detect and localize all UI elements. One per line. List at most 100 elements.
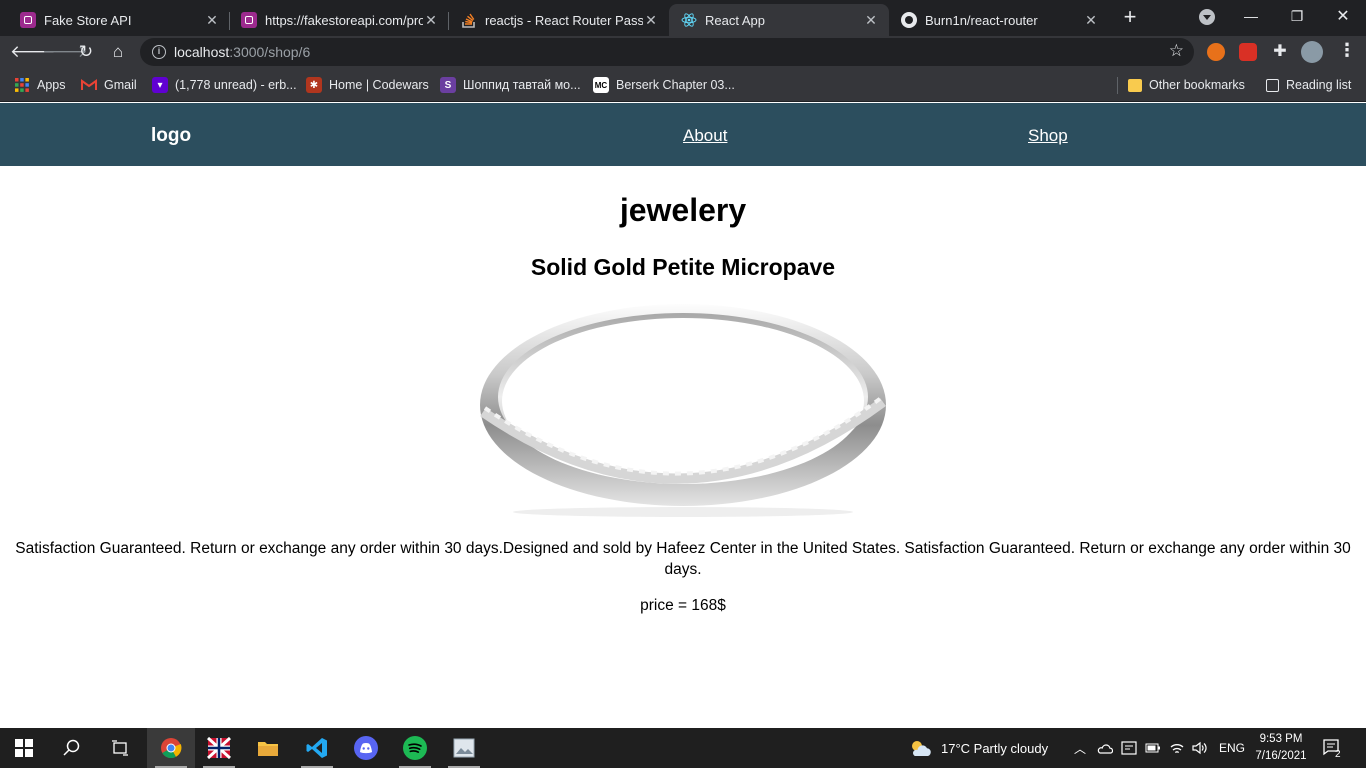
task-view-icon[interactable]: [96, 728, 144, 768]
system-clock[interactable]: 9:53 PM 7/16/2021: [1250, 731, 1312, 765]
vscode-icon[interactable]: [293, 728, 341, 768]
extensions-puzzle-icon[interactable]: ✚: [1271, 43, 1289, 61]
bookmark-shoppy[interactable]: S Шоппид тавтай мо...: [440, 76, 581, 94]
bookmark-label: Apps: [37, 78, 66, 92]
apps-grid-icon: [14, 77, 30, 93]
close-tab-icon[interactable]: ✕: [643, 12, 659, 29]
show-hidden-icons-button[interactable]: ︿: [1074, 728, 1086, 768]
reload-button[interactable]: ↻: [74, 40, 98, 64]
product-detail: jewelery Solid Gold Petite Micropave Sat…: [0, 166, 1366, 728]
bookmarks-bar: Apps Gmail ▾ (1,778 unread) - erb... ✱ H…: [0, 68, 1366, 102]
other-bookmarks-folder[interactable]: Other bookmarks: [1128, 76, 1245, 94]
tab-title: Fake Store API: [44, 12, 132, 28]
site-info-icon[interactable]: i: [152, 45, 166, 59]
react-favicon-icon: [681, 12, 697, 28]
notification-count: 2: [1335, 749, 1341, 760]
clock-time: 9:53 PM: [1259, 733, 1303, 745]
volume-icon[interactable]: [1192, 728, 1208, 768]
forward-button[interactable]: 🡒: [42, 40, 88, 64]
bookmark-label: Berserk Chapter 03...: [616, 78, 735, 92]
manga-icon: MC: [593, 77, 609, 93]
close-tab-icon[interactable]: ✕: [863, 12, 879, 29]
browser-tab[interactable]: Burn1n/react-router ✕: [889, 4, 1109, 36]
bookmark-label: (1,778 unread) - erb...: [175, 78, 297, 92]
bookmark-star-icon[interactable]: ☆: [1169, 41, 1184, 61]
tab-search-icon[interactable]: [1199, 9, 1215, 25]
product-image-ring: [480, 304, 886, 517]
profile-avatar[interactable]: [1301, 41, 1323, 63]
reading-list-icon: [1266, 78, 1279, 92]
yahoo-mail-icon: ▾: [152, 77, 168, 93]
site-header: logo About Shop: [0, 103, 1366, 166]
restore-window-button[interactable]: ❐: [1274, 0, 1320, 32]
reading-list-button[interactable]: Reading list: [1266, 76, 1351, 94]
browser-tab[interactable]: https://fakestoreapi.com/prod ✕: [229, 4, 449, 36]
search-icon[interactable]: [48, 728, 96, 768]
battery-icon[interactable]: [1145, 728, 1161, 768]
nav-link-shop[interactable]: Shop: [1028, 126, 1068, 146]
windows-taskbar: 17°C Partly cloudy ︿ ENG 9:53 PM 7/16/20…: [0, 728, 1366, 768]
address-bar[interactable]: i localhost:3000/shop/6 ☆: [140, 38, 1194, 66]
chrome-menu-icon[interactable]: ⋮: [1338, 40, 1356, 61]
extension-icon[interactable]: [1239, 43, 1257, 61]
codewars-icon: ✱: [306, 77, 322, 93]
spotify-icon[interactable]: [391, 728, 439, 768]
bookmark-apps[interactable]: Apps: [14, 76, 66, 94]
action-center-icon[interactable]: 2: [1322, 728, 1344, 768]
bookmark-codewars[interactable]: ✱ Home | Codewars: [306, 76, 429, 94]
tab-title: https://fakestoreapi.com/prod: [265, 12, 423, 28]
close-tab-icon[interactable]: ✕: [1083, 12, 1099, 29]
product-price: price = 168$: [640, 597, 726, 614]
windows-start-icon[interactable]: [0, 728, 48, 768]
notification-app-icon[interactable]: [1121, 728, 1137, 768]
nav-link-about[interactable]: About: [683, 126, 727, 146]
product-category: jewelery: [619, 192, 747, 228]
browser-tab-active[interactable]: React App ✕: [669, 4, 889, 36]
new-tab-button[interactable]: +: [1118, 6, 1142, 30]
url-text: localhost:3000/shop/6: [174, 44, 311, 60]
bookmark-label: Home | Codewars: [329, 78, 429, 92]
home-button[interactable]: ⌂: [106, 40, 130, 64]
close-window-button[interactable]: ✕: [1320, 0, 1366, 32]
extension-icon[interactable]: [1207, 43, 1225, 61]
bookmark-yahoo-mail[interactable]: ▾ (1,778 unread) - erb...: [152, 76, 297, 94]
tab-title: Burn1n/react-router: [925, 12, 1038, 28]
fakestore-favicon-icon: [20, 12, 36, 28]
browser-tab-strip: Fake Store API ✕ https://fakestoreapi.co…: [0, 0, 1366, 36]
tab-title: reactjs - React Router Pass Pa: [485, 12, 643, 28]
image-viewer-icon[interactable]: [440, 728, 488, 768]
back-button[interactable]: 🡐: [10, 40, 56, 64]
browser-tab[interactable]: Fake Store API ✕: [8, 4, 230, 36]
bookmark-gmail[interactable]: Gmail: [81, 76, 137, 94]
other-bookmarks-label: Other bookmarks: [1149, 78, 1245, 92]
product-description: Satisfaction Guaranteed. Return or excha…: [15, 540, 1351, 578]
gmail-icon: [81, 77, 97, 93]
chrome-taskbar-icon[interactable]: [147, 728, 195, 768]
bookmark-label: Шоппид тавтай мо...: [463, 78, 581, 92]
minimize-window-button[interactable]: —: [1228, 0, 1274, 32]
partly-cloudy-icon: [912, 741, 931, 756]
fakestore-favicon-icon: [241, 12, 257, 28]
language-app-icon[interactable]: [195, 728, 243, 768]
tab-title: React App: [705, 12, 765, 28]
close-tab-icon[interactable]: ✕: [423, 12, 439, 29]
discord-icon[interactable]: [342, 728, 390, 768]
weather-text: 17°C Partly cloudy: [941, 740, 1049, 756]
bookmark-label: Gmail: [104, 78, 137, 92]
shoppy-icon: S: [440, 77, 456, 93]
weather-widget[interactable]: 17°C Partly cloudy: [908, 728, 1048, 768]
onedrive-icon[interactable]: [1097, 728, 1113, 768]
browser-tab[interactable]: reactjs - React Router Pass Pa ✕: [449, 4, 669, 36]
product-title: Solid Gold Petite Micropave: [530, 254, 836, 280]
site-logo[interactable]: logo: [151, 125, 191, 147]
wifi-icon[interactable]: [1169, 728, 1185, 768]
close-tab-icon[interactable]: ✕: [204, 12, 220, 29]
folder-icon: [1128, 78, 1142, 92]
stackoverflow-favicon-icon: [461, 12, 477, 28]
clock-date: 7/16/2021: [1255, 750, 1307, 762]
browser-toolbar: 🡐 🡒 ↻ ⌂ i localhost:3000/shop/6 ☆ ✚ ⋮: [0, 36, 1366, 68]
file-explorer-icon[interactable]: [244, 728, 292, 768]
input-language[interactable]: ENG: [1219, 728, 1245, 768]
bookmark-berserk[interactable]: MC Berserk Chapter 03...: [593, 76, 735, 94]
github-favicon-icon: [901, 12, 917, 28]
